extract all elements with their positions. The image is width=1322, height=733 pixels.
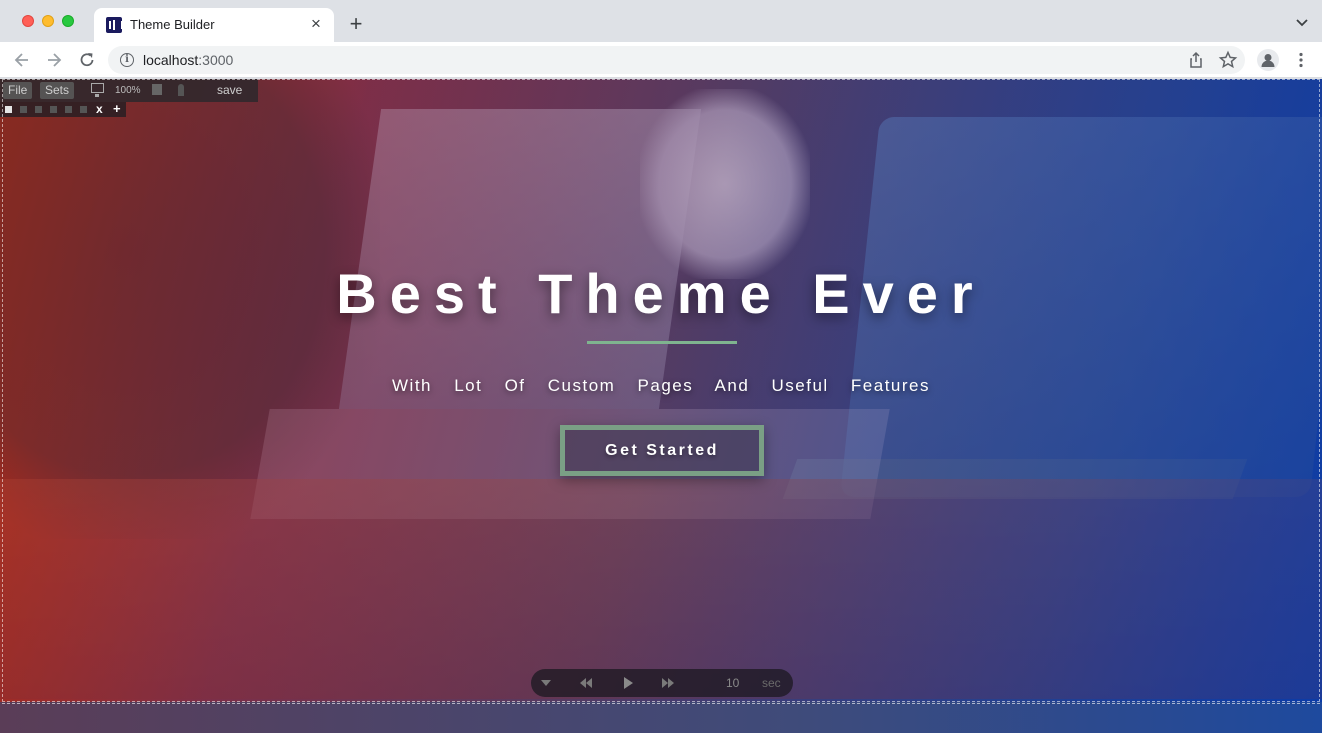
file-menu-button[interactable]: File bbox=[3, 82, 33, 99]
fast-forward-icon[interactable] bbox=[661, 676, 675, 690]
rewind-icon[interactable] bbox=[579, 676, 593, 690]
tab-search-chevron-icon[interactable] bbox=[1294, 14, 1310, 30]
tab-title: Theme Builder bbox=[130, 17, 215, 32]
slide-duration-value[interactable]: 10 bbox=[726, 676, 739, 690]
close-window-button[interactable] bbox=[22, 15, 34, 27]
slide-dot[interactable] bbox=[80, 106, 87, 113]
browser-menu-icon[interactable] bbox=[1291, 50, 1311, 70]
minimize-window-button[interactable] bbox=[42, 15, 54, 27]
slide-selector: x + bbox=[0, 101, 126, 117]
forward-arrow-icon[interactable] bbox=[44, 50, 64, 70]
get-started-button[interactable]: Get Started bbox=[560, 425, 764, 476]
desktop-view-icon[interactable] bbox=[91, 83, 104, 97]
bookmark-star-icon[interactable] bbox=[1218, 50, 1238, 70]
slide-dot[interactable] bbox=[65, 106, 72, 113]
slide-dot[interactable] bbox=[50, 106, 57, 113]
play-icon[interactable] bbox=[621, 676, 635, 690]
slider-controls: 10 sec bbox=[531, 669, 793, 697]
user-icon[interactable] bbox=[178, 84, 184, 96]
address-bar[interactable]: i localhost:3000 bbox=[108, 46, 1245, 74]
browser-tab[interactable]: Theme Builder × bbox=[94, 8, 334, 42]
slide-duration-unit: sec bbox=[762, 676, 781, 690]
title-underline bbox=[587, 341, 737, 344]
hero-title: Best Theme Ever bbox=[336, 262, 986, 325]
new-tab-button[interactable]: + bbox=[344, 12, 368, 36]
next-section bbox=[0, 702, 1322, 733]
remove-slide-button[interactable]: x bbox=[96, 102, 103, 116]
share-icon[interactable] bbox=[1186, 50, 1206, 70]
hero-subtitle: With Lot Of Custom Pages And Useful Feat… bbox=[392, 376, 930, 395]
zoom-level[interactable]: 100% bbox=[115, 85, 141, 96]
slide-dot[interactable] bbox=[5, 106, 12, 113]
browser-titlebar: Theme Builder × + bbox=[0, 0, 1322, 42]
hero-section: File Sets 100% save x + Best Theme Ever … bbox=[0, 79, 1322, 702]
profile-avatar-icon[interactable] bbox=[1257, 49, 1279, 71]
browser-toolbar: i localhost:3000 bbox=[0, 42, 1322, 78]
chevron-down-icon[interactable] bbox=[539, 676, 553, 690]
url-text: localhost:3000 bbox=[143, 52, 234, 68]
zoom-window-button[interactable] bbox=[62, 15, 74, 27]
sets-menu-button[interactable]: Sets bbox=[40, 82, 75, 99]
reload-icon[interactable] bbox=[77, 50, 97, 70]
add-slide-button[interactable]: + bbox=[113, 101, 121, 116]
site-info-icon[interactable]: i bbox=[120, 53, 134, 67]
page-icon[interactable] bbox=[152, 84, 162, 95]
editor-toolbar: File Sets 100% save bbox=[0, 79, 258, 102]
slide-dot[interactable] bbox=[35, 106, 42, 113]
slide-dot[interactable] bbox=[20, 106, 27, 113]
page-viewport: File Sets 100% save x + Best Theme Ever … bbox=[0, 79, 1322, 733]
back-arrow-icon[interactable] bbox=[12, 50, 32, 70]
save-button[interactable]: save bbox=[217, 83, 242, 97]
tab-close-icon[interactable]: × bbox=[306, 14, 326, 34]
favicon-icon bbox=[106, 17, 123, 33]
